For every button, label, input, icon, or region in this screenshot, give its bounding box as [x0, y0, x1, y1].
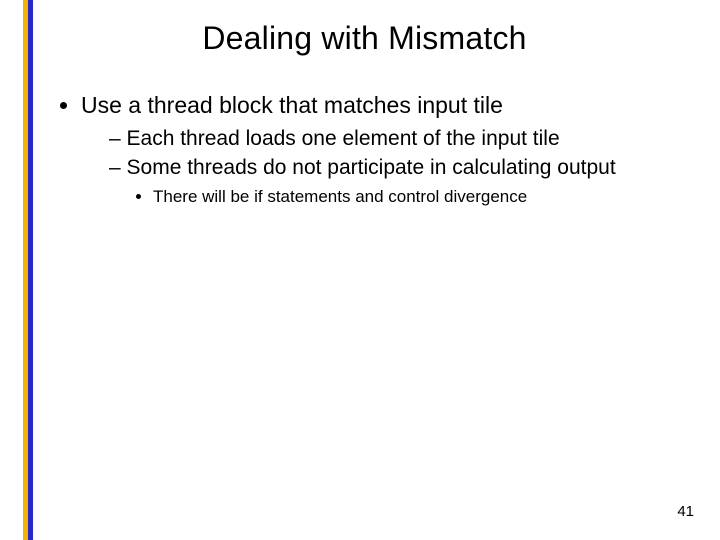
- bullet-l2-text: Some threads do not participate in calcu…: [127, 156, 616, 179]
- bullet-l1: Use a thread block that matches input ti…: [81, 91, 696, 208]
- slide-title: Dealing with Mismatch: [33, 20, 696, 57]
- bullet-l2: Some threads do not participate in calcu…: [109, 155, 696, 208]
- bullet-l2: Each thread loads one element of the inp…: [109, 126, 696, 153]
- bullet-l3: There will be if statements and control …: [153, 186, 696, 208]
- slide-content: Dealing with Mismatch Use a thread block…: [33, 0, 720, 540]
- bullet-sublist: Each thread loads one element of the inp…: [81, 126, 696, 208]
- bullet-l1-text: Use a thread block that matches input ti…: [81, 92, 503, 118]
- bullet-list: Use a thread block that matches input ti…: [33, 91, 696, 208]
- page-number: 41: [677, 503, 694, 520]
- bullet-subsublist: There will be if statements and control …: [109, 186, 696, 208]
- bullet-l3-text: There will be if statements and control …: [153, 187, 527, 206]
- bullet-l2-text: Each thread loads one element of the inp…: [127, 127, 560, 150]
